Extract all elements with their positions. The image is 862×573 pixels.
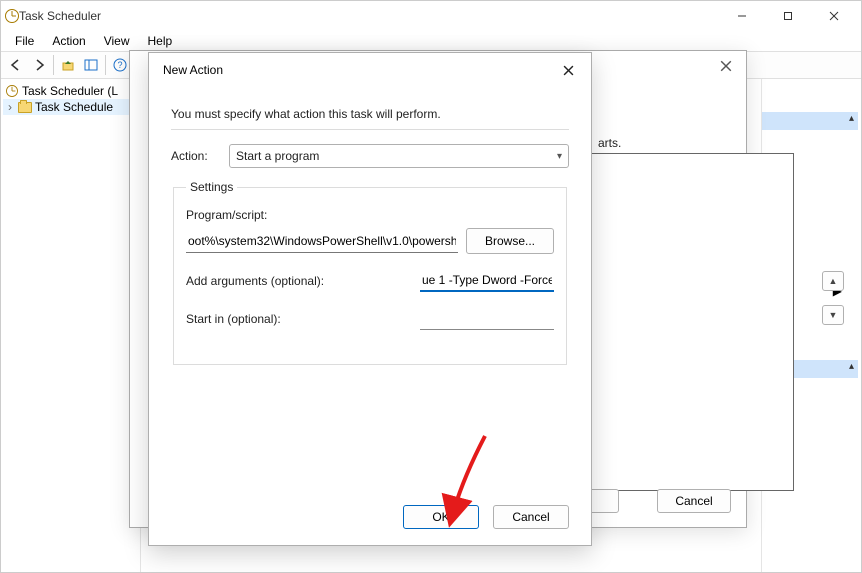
actions-ribbon-top[interactable] — [762, 112, 858, 130]
window-title: Task Scheduler — [19, 9, 719, 23]
move-down-button[interactable]: ▼ — [822, 305, 844, 325]
program-input[interactable] — [186, 229, 458, 253]
partial-text-arts: arts. — [598, 136, 621, 150]
startin-label: Start in (optional): — [186, 312, 281, 326]
chevron-down-icon: ▾ — [557, 151, 562, 162]
forward-button[interactable] — [28, 54, 50, 76]
close-button[interactable] — [811, 1, 857, 31]
back-button[interactable] — [5, 54, 27, 76]
browse-button[interactable]: Browse... — [466, 228, 554, 254]
ok-button[interactable]: OK — [403, 505, 479, 529]
create-task-cancel-button[interactable]: Cancel — [657, 489, 731, 513]
help-button[interactable]: ? — [109, 54, 131, 76]
app-clock-icon — [5, 9, 19, 23]
up-folder-button[interactable] — [57, 54, 79, 76]
settings-fieldset: Settings Program/script: Browse... Add a… — [173, 180, 567, 365]
maximize-button[interactable] — [765, 1, 811, 31]
clock-icon — [6, 85, 18, 97]
action-label: Action: — [171, 149, 219, 163]
chevron-right-icon: › — [5, 100, 15, 114]
tree-root[interactable]: Task Scheduler (L — [3, 83, 138, 99]
action-select[interactable]: Start a program ▾ — [229, 144, 569, 168]
menu-file[interactable]: File — [7, 32, 42, 50]
create-task-close-icon[interactable] — [720, 59, 734, 73]
folder-icon — [18, 102, 32, 113]
cancel-button[interactable]: Cancel — [493, 505, 569, 529]
menu-help[interactable]: Help — [140, 32, 181, 50]
minimize-button[interactable] — [719, 1, 765, 31]
move-up-button[interactable]: ▲ — [822, 271, 844, 291]
menubar: File Action View Help — [1, 31, 861, 51]
tree-library-label: Task Schedule — [35, 100, 113, 114]
new-action-close-button[interactable] — [559, 61, 577, 79]
new-action-dialog: New Action You must specify what action … — [148, 52, 592, 546]
tree-library[interactable]: › Task Schedule — [3, 99, 138, 115]
settings-legend: Settings — [186, 180, 237, 194]
new-action-title: New Action — [163, 63, 559, 77]
program-label: Program/script: — [186, 208, 554, 222]
new-action-description: You must specify what action this task w… — [171, 107, 569, 121]
titlebar: Task Scheduler — [1, 1, 861, 31]
menu-action[interactable]: Action — [44, 32, 93, 50]
startin-input[interactable] — [420, 308, 554, 330]
args-label: Add arguments (optional): — [186, 274, 324, 288]
args-input[interactable] — [420, 270, 554, 292]
menu-view[interactable]: View — [96, 32, 138, 50]
svg-text:?: ? — [117, 60, 122, 70]
action-select-value: Start a program — [236, 149, 319, 163]
tree-pane: Task Scheduler (L › Task Schedule — [1, 79, 141, 572]
view-panels-button[interactable] — [80, 54, 102, 76]
tree-root-label: Task Scheduler (L — [22, 84, 118, 98]
